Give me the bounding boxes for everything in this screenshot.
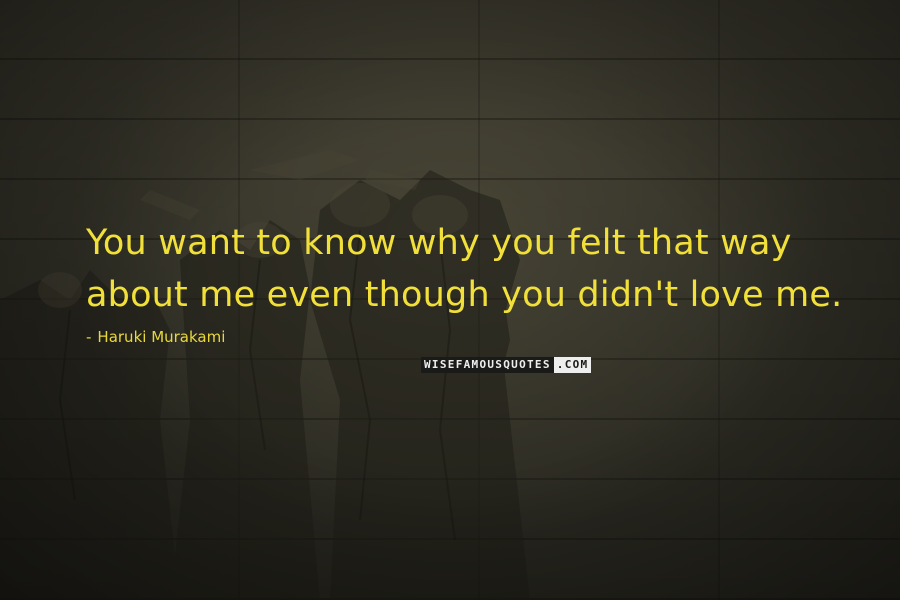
quote-text: You want to know why you felt that way a… [86,217,866,321]
site-watermark: WISEFAMOUSQUOTES .COM [421,357,592,373]
watermark-part-1: WISEFAMOUSQUOTES [421,357,554,373]
author-name: Haruki Murakami [97,328,226,346]
quote-line-2: about me even though you didn't love me. [86,275,843,315]
quote-card: You want to know why you felt that way a… [0,0,900,600]
quote-line-1: You want to know why you felt that way [86,223,792,263]
author-dash: - [86,328,92,346]
watermark-part-2: .COM [553,357,592,373]
quote-author: - Haruki Murakami [86,328,225,346]
